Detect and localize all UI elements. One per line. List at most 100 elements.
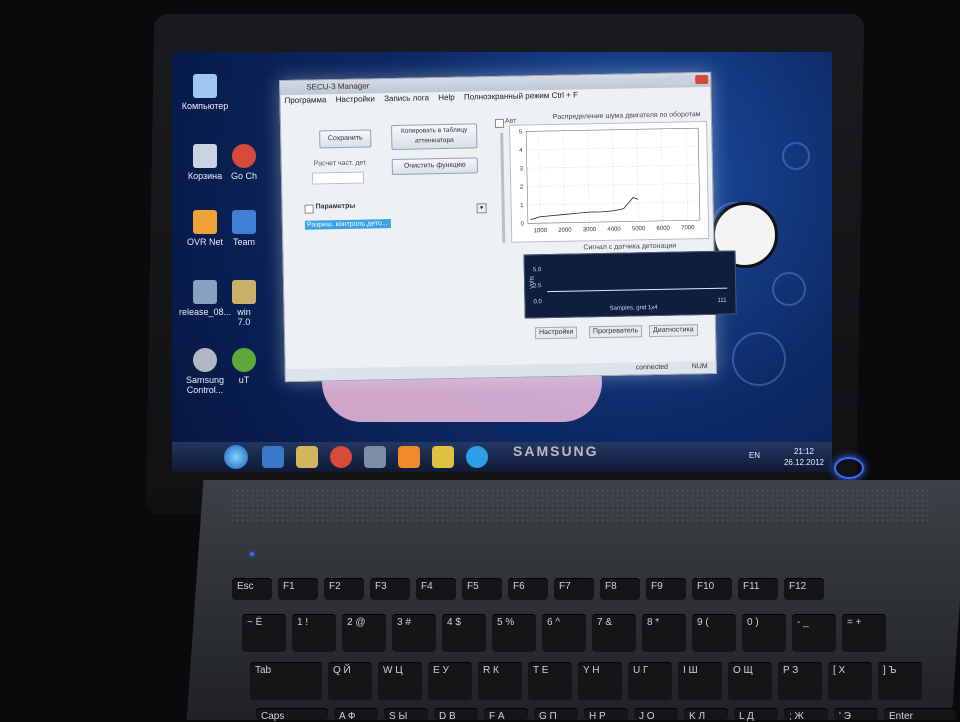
key[interactable]: L Д bbox=[734, 708, 778, 722]
key[interactable]: [ Х bbox=[828, 662, 872, 700]
language-indicator[interactable]: EN bbox=[749, 451, 760, 460]
desktop-icon-label: OVR Net bbox=[186, 237, 223, 247]
tab-diagnostics[interactable]: Диагностика bbox=[648, 324, 698, 338]
desktop-icon-team[interactable]: Team bbox=[230, 210, 258, 247]
desktop-icon-label: Samsung Control... bbox=[185, 375, 225, 395]
x-tick-label: 7000 bbox=[681, 225, 695, 231]
selected-list-item[interactable]: Разреш. контроль дето... bbox=[304, 219, 392, 230]
desktop-icon-samsung-control[interactable]: Samsung Control... bbox=[178, 348, 232, 395]
menu-program[interactable]: Программа bbox=[284, 95, 326, 105]
secu3-manager-window[interactable]: SECU-3 Manager Программа Настройки Запис… bbox=[279, 71, 737, 383]
desktop-icon-computer[interactable]: Компьютер bbox=[178, 74, 232, 111]
key[interactable]: P З bbox=[778, 662, 822, 700]
key[interactable]: T Е bbox=[528, 662, 572, 700]
auto-checkbox[interactable] bbox=[494, 118, 505, 129]
key[interactable]: O Щ bbox=[728, 662, 772, 700]
key[interactable]: U Г bbox=[628, 662, 672, 700]
key[interactable]: S Ы bbox=[384, 708, 428, 722]
minimize-button[interactable] bbox=[665, 75, 679, 85]
key[interactable]: F4 bbox=[416, 578, 456, 600]
key[interactable]: F1 bbox=[278, 578, 318, 600]
app-icon[interactable] bbox=[432, 446, 454, 468]
key[interactable]: F11 bbox=[738, 578, 778, 600]
maximize-button[interactable] bbox=[679, 75, 693, 85]
save-button[interactable]: Сохранить bbox=[319, 129, 372, 149]
key[interactable]: F3 bbox=[370, 578, 410, 600]
explorer-icon[interactable] bbox=[296, 446, 318, 468]
skype-icon[interactable] bbox=[466, 446, 488, 468]
key[interactable]: F2 bbox=[324, 578, 364, 600]
menu-settings[interactable]: Настройки bbox=[336, 94, 375, 104]
key[interactable]: R К bbox=[478, 662, 522, 700]
start-button[interactable] bbox=[224, 445, 248, 469]
key[interactable]: Caps bbox=[256, 708, 328, 722]
key-label: ~ Ё bbox=[247, 617, 263, 628]
chrome-icon[interactable] bbox=[330, 446, 352, 468]
key[interactable]: D В bbox=[434, 708, 478, 722]
x-tick-label: 1000 bbox=[534, 228, 548, 234]
desktop-icon-recycle-bin[interactable]: Корзина bbox=[178, 144, 232, 181]
key[interactable]: 7 & bbox=[592, 614, 636, 652]
key[interactable]: 8 * bbox=[642, 614, 686, 652]
key[interactable]: I Ш bbox=[678, 662, 722, 700]
menu-log[interactable]: Запись лога bbox=[384, 93, 429, 103]
desktop-icon-ovr[interactable]: OVR Net bbox=[178, 210, 232, 247]
tab-settings[interactable]: Настройки bbox=[534, 326, 578, 340]
key[interactable]: Enter bbox=[884, 708, 956, 722]
menu-help[interactable]: Help bbox=[438, 93, 455, 102]
key[interactable]: G П bbox=[534, 708, 578, 722]
calc-frequency-spinner[interactable] bbox=[311, 171, 365, 185]
key[interactable]: Tab bbox=[250, 662, 322, 700]
key[interactable]: A Ф bbox=[334, 708, 378, 722]
params-checkbox[interactable] bbox=[304, 204, 314, 214]
key[interactable]: F10 bbox=[692, 578, 732, 600]
key[interactable]: ~ Ё bbox=[242, 614, 286, 652]
key[interactable]: J О bbox=[634, 708, 678, 722]
key[interactable]: Esc bbox=[232, 578, 272, 600]
key[interactable]: 4 $ bbox=[442, 614, 486, 652]
key[interactable]: H Р bbox=[584, 708, 628, 722]
tray-clock[interactable]: 21:12 26.12.2012 bbox=[784, 446, 824, 468]
key[interactable]: F8 bbox=[600, 578, 640, 600]
key[interactable]: = + bbox=[842, 614, 886, 652]
tab-warmup[interactable]: Прогреватель bbox=[588, 325, 643, 339]
key[interactable]: Q Й bbox=[328, 662, 372, 700]
menu-fullscreen[interactable]: Полноэкранный режим Ctrl + F bbox=[464, 90, 578, 101]
key[interactable]: Y Н bbox=[578, 662, 622, 700]
key[interactable]: F7 bbox=[554, 578, 594, 600]
key[interactable]: F6 bbox=[508, 578, 548, 600]
desktop-icon-release[interactable]: release_08... bbox=[178, 280, 232, 317]
window-title: SECU-3 Manager bbox=[306, 81, 370, 92]
key[interactable]: 2 @ bbox=[342, 614, 386, 652]
key[interactable]: W Ц bbox=[378, 662, 422, 700]
key[interactable]: F5 bbox=[462, 578, 502, 600]
key[interactable]: 1 ! bbox=[292, 614, 336, 652]
key[interactable]: 6 ^ bbox=[542, 614, 586, 652]
key[interactable]: ] Ъ bbox=[878, 662, 922, 700]
desktop-icon-utorrent[interactable]: uT bbox=[230, 348, 258, 385]
key-label: F11 bbox=[743, 581, 760, 592]
key[interactable]: K Л bbox=[684, 708, 728, 722]
vertical-slider[interactable] bbox=[500, 132, 506, 243]
dropdown-arrow-icon[interactable]: ▾ bbox=[476, 203, 487, 214]
app-icon[interactable] bbox=[364, 446, 386, 468]
key[interactable]: - _ bbox=[792, 614, 836, 652]
copy-to-table-button[interactable]: Копировать в таблицу аттенюатора bbox=[391, 123, 478, 151]
key[interactable]: 0 ) bbox=[742, 614, 786, 652]
key[interactable]: F12 bbox=[784, 578, 824, 600]
odnoklassniki-icon[interactable] bbox=[398, 446, 420, 468]
key[interactable]: 5 % bbox=[492, 614, 536, 652]
key[interactable]: 9 ( bbox=[692, 614, 736, 652]
clear-function-button[interactable]: Очистить функцию bbox=[391, 157, 478, 176]
key[interactable]: ' Э bbox=[834, 708, 878, 722]
key[interactable]: ; Ж bbox=[784, 708, 828, 722]
key[interactable]: E У bbox=[428, 662, 472, 700]
desktop-icon-go[interactable]: Go Ch bbox=[230, 144, 258, 181]
close-button[interactable] bbox=[695, 74, 709, 85]
key[interactable]: F А bbox=[484, 708, 528, 722]
desktop-icon-win[interactable]: win 7.0 bbox=[230, 280, 258, 327]
power-button[interactable] bbox=[834, 457, 864, 479]
ie-icon[interactable] bbox=[262, 446, 284, 468]
key[interactable]: F9 bbox=[646, 578, 686, 600]
key[interactable]: 3 # bbox=[392, 614, 436, 652]
